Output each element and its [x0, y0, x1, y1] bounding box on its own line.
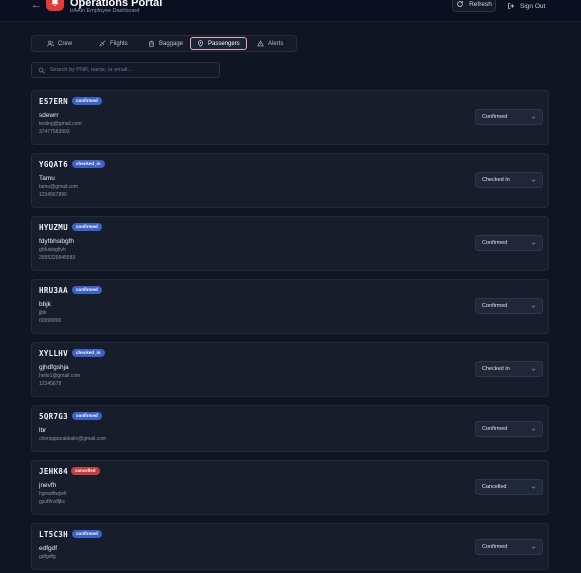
- passenger-email: jjbk: [39, 310, 47, 316]
- passenger-email: tamu@gmail.com: [39, 184, 78, 190]
- tab-crew[interactable]: Crew: [41, 37, 78, 50]
- app-subtitle: trAAin Employee Dashboard: [70, 8, 140, 14]
- status-select-value: Confirmed: [482, 426, 508, 432]
- pnr-code: JEHK84: [39, 467, 68, 476]
- tab-alerts[interactable]: Alerts: [251, 37, 289, 50]
- luggage-icon: [148, 40, 155, 47]
- chevron-down-icon: [531, 304, 536, 309]
- top-header: ← Operations Portal trAAin Employee Dash…: [0, 0, 581, 22]
- status-select[interactable]: Confirmed: [475, 235, 543, 251]
- chevron-down-icon: [531, 115, 536, 120]
- tab-label: Crew: [58, 40, 73, 47]
- status-select-value: Checked In: [482, 177, 510, 183]
- tab-label: Passengers: [208, 40, 240, 47]
- pnr-code: HYUZMU: [39, 223, 68, 232]
- passenger-name: edfgdf: [39, 545, 58, 552]
- chevron-down-icon: [531, 485, 536, 490]
- status-select-value: Confirmed: [482, 303, 508, 309]
- passenger-card: XYLLHV checked_in gjhdfgshja hello1@gmai…: [31, 342, 549, 397]
- status-badge: confirmed: [72, 223, 102, 231]
- status-badge: cancelled: [71, 467, 100, 475]
- search-input[interactable]: [50, 67, 210, 73]
- status-badge: checked_in: [72, 349, 105, 357]
- status-badge: confirmed: [72, 286, 102, 294]
- passenger-card: ES7ERN confirmed sdewrr testing@gmail.co…: [31, 90, 549, 145]
- passenger-name: gjhdfgshja: [39, 364, 69, 371]
- chevron-down-icon: [531, 367, 536, 372]
- chevron-down-icon: [531, 241, 536, 246]
- status-badge: confirmed: [72, 530, 102, 538]
- passenger-name: bbjk: [39, 301, 51, 308]
- tab-passengers[interactable]: Passengers: [190, 37, 247, 50]
- status-select-value: Checked In: [482, 366, 510, 372]
- status-select[interactable]: Confirmed: [475, 109, 543, 125]
- pnr-code: HRU3AA: [39, 286, 68, 295]
- passenger-card: 5QR7G3 confirmed lbr cherippparakkalin@g…: [31, 405, 549, 452]
- arrow-left-icon[interactable]: ←: [31, 0, 42, 11]
- passenger-email: cherippparakkalin@gmail.com: [39, 436, 107, 442]
- passenger-phone: 37477583993: [39, 129, 70, 135]
- passenger-email: gdfgdfg: [39, 554, 56, 560]
- tab-label: Alerts: [268, 40, 284, 47]
- passenger-email: hello1@gmail.com: [39, 373, 81, 379]
- search-icon: [38, 67, 45, 74]
- chevron-down-icon: [531, 178, 536, 183]
- passenger-phone: 2655326845683: [39, 255, 76, 261]
- tab-label: Baggage: [159, 40, 184, 47]
- passenger-phone: 1234567890: [39, 192, 67, 198]
- passenger-card: LT5C3H confirmed edfgdf gdfgdfg Confirme…: [31, 523, 549, 570]
- passenger-email: hgrwdhwjwh: [39, 491, 67, 497]
- status-badge: checked_in: [72, 160, 105, 168]
- status-badge: confirmed: [72, 97, 102, 105]
- passenger-phone: gyufihvdfjkc: [39, 499, 66, 505]
- refresh-button[interactable]: Refresh: [452, 0, 496, 12]
- passenger-card: HYUZMU confirmed fdyfbhsibgfh ghfuidsgfi…: [31, 216, 549, 271]
- tab-flights[interactable]: Flights: [93, 37, 134, 50]
- plane-icon: [99, 40, 106, 47]
- passenger-card: HRU3AA confirmed bbjk jjbk 00999090 Conf…: [31, 279, 549, 334]
- search-bar: [31, 62, 220, 78]
- passenger-phone: 12345678: [39, 381, 62, 387]
- status-select[interactable]: Confirmed: [475, 298, 543, 314]
- warning-icon: [257, 40, 264, 47]
- passenger-name: jnevfh: [39, 482, 57, 489]
- refresh-label: Refresh: [469, 0, 492, 8]
- pnr-code: LT5C3H: [39, 530, 68, 539]
- status-select-value: Confirmed: [482, 544, 508, 550]
- passenger-phone: 00999090: [39, 318, 62, 324]
- log-out-icon: [507, 2, 515, 10]
- status-select-value: Confirmed: [482, 114, 508, 120]
- passenger-name: lbr: [39, 427, 47, 434]
- sign-out-button[interactable]: Sign Out: [507, 0, 545, 12]
- pnr-code: XYLLHV: [39, 349, 68, 358]
- pnr-code: 5QR7G3: [39, 412, 68, 421]
- status-select[interactable]: Cancelled: [475, 479, 543, 495]
- status-select[interactable]: Confirmed: [475, 539, 543, 555]
- status-select[interactable]: Checked In: [475, 172, 543, 188]
- section-tabs: Crew Flights Baggage Passengers Alerts: [31, 35, 297, 52]
- passenger-name: sdewrr: [39, 112, 59, 119]
- passenger-card: JEHK84 cancelled jnevfh hgrwdhwjwh gyufi…: [31, 460, 549, 515]
- pnr-code: ES7ERN: [39, 97, 68, 106]
- refresh-icon: [456, 0, 464, 8]
- passenger-name: Tamu: [39, 175, 55, 182]
- chevron-down-icon: [531, 545, 536, 550]
- status-badge: confirmed: [72, 412, 102, 420]
- map-pin-icon: [197, 40, 204, 47]
- sign-out-label: Sign Out: [520, 2, 546, 10]
- status-select-value: Cancelled: [482, 484, 507, 490]
- passenger-card: YGQAT6 checked_in Tamu tamu@gmail.com 12…: [31, 153, 549, 208]
- bell-icon: [46, 0, 64, 11]
- passenger-email: testing@gmail.com: [39, 121, 82, 127]
- passenger-name: fdyfbhsibgfh: [39, 238, 75, 245]
- chevron-down-icon: [531, 427, 536, 432]
- status-select[interactable]: Confirmed: [475, 421, 543, 437]
- users-icon: [47, 40, 54, 47]
- passenger-email: ghfuidsgfiyh: [39, 247, 66, 253]
- status-select-value: Confirmed: [482, 240, 508, 246]
- status-select[interactable]: Checked In: [475, 361, 543, 377]
- tab-label: Flights: [110, 40, 128, 47]
- tab-baggage[interactable]: Baggage: [142, 37, 189, 50]
- pnr-code: YGQAT6: [39, 160, 68, 169]
